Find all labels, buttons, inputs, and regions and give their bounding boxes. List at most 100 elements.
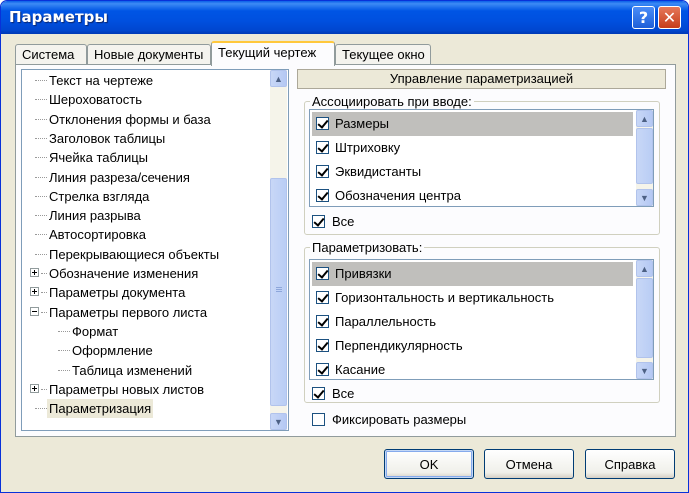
list-item-checkbox[interactable] (316, 291, 329, 304)
cancel-button[interactable]: Отмена (484, 449, 574, 479)
list-item-label: Обозначения центра (335, 188, 461, 203)
tree-item[interactable]: Параметры документа (22, 283, 268, 302)
help-button[interactable]: Справка (585, 449, 675, 479)
parametrize-all-checkbox[interactable] (312, 387, 325, 400)
tree-item[interactable]: Параметризация (22, 399, 268, 419)
tab-new-documents[interactable]: Новые документы (87, 44, 211, 65)
list-item-checkbox[interactable] (316, 267, 329, 280)
list-item-checkbox[interactable] (316, 315, 329, 328)
tree-item[interactable]: Заголовок таблицы (22, 129, 268, 148)
tree-item[interactable]: Перекрывающиеся объекты (22, 245, 268, 264)
list-item-checkbox[interactable] (316, 189, 329, 202)
tree-item[interactable]: Таблица изменений (22, 361, 268, 380)
help-icon[interactable]: ? (632, 6, 655, 29)
list-item[interactable]: Касание (312, 358, 633, 382)
tree-item-label: Линия разреза/сечения (49, 169, 190, 185)
ok-button[interactable]: OK (384, 449, 474, 479)
list-item[interactable]: Штриховку (312, 136, 633, 160)
list-item-label: Параллельность (335, 314, 436, 329)
panel-header: Управление параметризацией (297, 69, 666, 89)
tree-item-label: Параметры первого листа (49, 304, 208, 320)
list-item[interactable]: Эквидистанты (312, 160, 633, 184)
tree-item[interactable]: Ячейка таблицы (22, 148, 268, 167)
tree-item-label: Обозначение изменения (49, 266, 199, 281)
list-item[interactable]: Привязки (312, 262, 633, 286)
tree-item[interactable]: Автосортировка (22, 225, 268, 244)
list-item-checkbox[interactable] (316, 165, 329, 178)
fix-sizes-label: Фиксировать размеры (332, 412, 467, 427)
tree-item-label: Отклонения формы и база (49, 111, 211, 127)
parametrize-list[interactable]: Привязки Горизонтальность и вертикальност… (309, 259, 654, 380)
associate-all-label: Все (332, 214, 355, 229)
list-item-checkbox[interactable] (316, 141, 329, 154)
list-item-checkbox[interactable] (316, 363, 329, 376)
close-icon[interactable]: ✕ (658, 6, 681, 29)
scroll-thumb[interactable] (636, 278, 653, 358)
tree-item-label: Таблица изменений (72, 362, 193, 378)
tree-item-label: Стрелка взгляда (49, 188, 150, 204)
tree-item-label: Параметры документа (49, 285, 186, 301)
list-item[interactable]: Размеры (312, 112, 633, 136)
list-item-checkbox[interactable] (316, 339, 329, 352)
parametrize-scrollbar[interactable]: ▲ ▼ (636, 260, 653, 379)
tree-item[interactable]: Параметры новых листов (22, 380, 268, 399)
tree-scrollbar[interactable]: ▲ ▼ (270, 70, 287, 430)
scroll-down-icon[interactable]: ▼ (270, 413, 287, 430)
scroll-down-icon[interactable]: ▼ (636, 362, 653, 379)
list-item-label: Штриховку (335, 140, 401, 155)
parametrize-group-title: Параметризовать: (310, 240, 425, 255)
scroll-thumb[interactable] (636, 128, 653, 184)
title-bar[interactable]: Параметры ? ✕ (1, 1, 688, 34)
tree-item[interactable]: Оформление (22, 341, 268, 360)
list-item-label: Горизонтальность и вертикальность (335, 290, 554, 305)
associate-group-title: Ассоциировать при вводе: (310, 94, 474, 109)
tree-item-label: Формат (72, 323, 119, 339)
list-item-label: Перпендикулярность (335, 338, 463, 353)
associate-list[interactable]: Размеры Штриховку Эквидистанты Обозначения … (309, 109, 654, 207)
list-item[interactable]: Параллельность (312, 310, 633, 334)
tree-item[interactable]: Линия разреза/сечения (22, 168, 268, 187)
tree-item-label: Параметризация (47, 399, 154, 419)
scroll-thumb[interactable] (270, 178, 287, 406)
tree-item[interactable]: Обозначение изменения (22, 264, 268, 283)
expand-icon[interactable] (30, 383, 39, 393)
list-item[interactable]: Горизонтальность и вертикальность (312, 286, 633, 310)
associate-scrollbar[interactable]: ▲ ▼ (636, 110, 653, 206)
settings-tree[interactable]: Текст на чертеже Шероховатость Отклонения … (21, 69, 289, 431)
scroll-down-icon[interactable]: ▼ (636, 189, 653, 206)
tree-item[interactable]: Текст на чертеже (22, 71, 268, 90)
tree-item-label: Линия разрыва (49, 208, 141, 224)
tree-item[interactable]: Формат (22, 322, 268, 341)
tab-current-window[interactable]: Текущее окно (335, 44, 431, 65)
list-item-label: Размеры (335, 116, 390, 131)
scroll-up-icon[interactable]: ▲ (636, 110, 653, 127)
list-item-label: Привязки (335, 266, 392, 281)
parametrize-all-label: Все (332, 386, 355, 401)
tree-item-label: Текст на чертеже (49, 73, 154, 88)
list-item[interactable]: Обозначения центра (312, 184, 633, 208)
tree-item-label: Заголовок таблицы (49, 130, 166, 146)
list-item-label: Эквидистанты (335, 164, 422, 179)
collapse-icon[interactable] (30, 306, 39, 316)
tree-item-label: Оформление (72, 343, 153, 359)
expand-icon[interactable] (30, 268, 39, 277)
window-title: Параметры (9, 8, 108, 26)
tree-item-label: Ячейка таблицы (49, 150, 149, 166)
scroll-up-icon[interactable]: ▲ (636, 260, 653, 277)
tab-current-drawing[interactable]: Текущий чертеж (211, 41, 335, 66)
tree-item-label: Параметры новых листов (49, 381, 204, 397)
scroll-up-icon[interactable]: ▲ (270, 70, 287, 87)
associate-all-checkbox[interactable] (312, 215, 325, 228)
tree-item[interactable]: Отклонения формы и база (22, 110, 268, 129)
expand-icon[interactable] (30, 287, 39, 297)
list-item[interactable]: Перпендикулярность (312, 334, 633, 358)
tree-item-label: Шероховатость (49, 92, 143, 108)
tree-item[interactable]: Шероховатость (22, 90, 268, 109)
tree-item[interactable]: Линия разрыва (22, 206, 268, 225)
tree-item-label: Перекрывающиеся объекты (49, 246, 220, 262)
tree-item[interactable]: Параметры первого листа (22, 303, 268, 322)
list-item-checkbox[interactable] (316, 117, 329, 130)
tab-system[interactable]: Система (15, 44, 87, 65)
tree-item[interactable]: Стрелка взгляда (22, 187, 268, 206)
fix-sizes-checkbox[interactable] (312, 413, 325, 426)
